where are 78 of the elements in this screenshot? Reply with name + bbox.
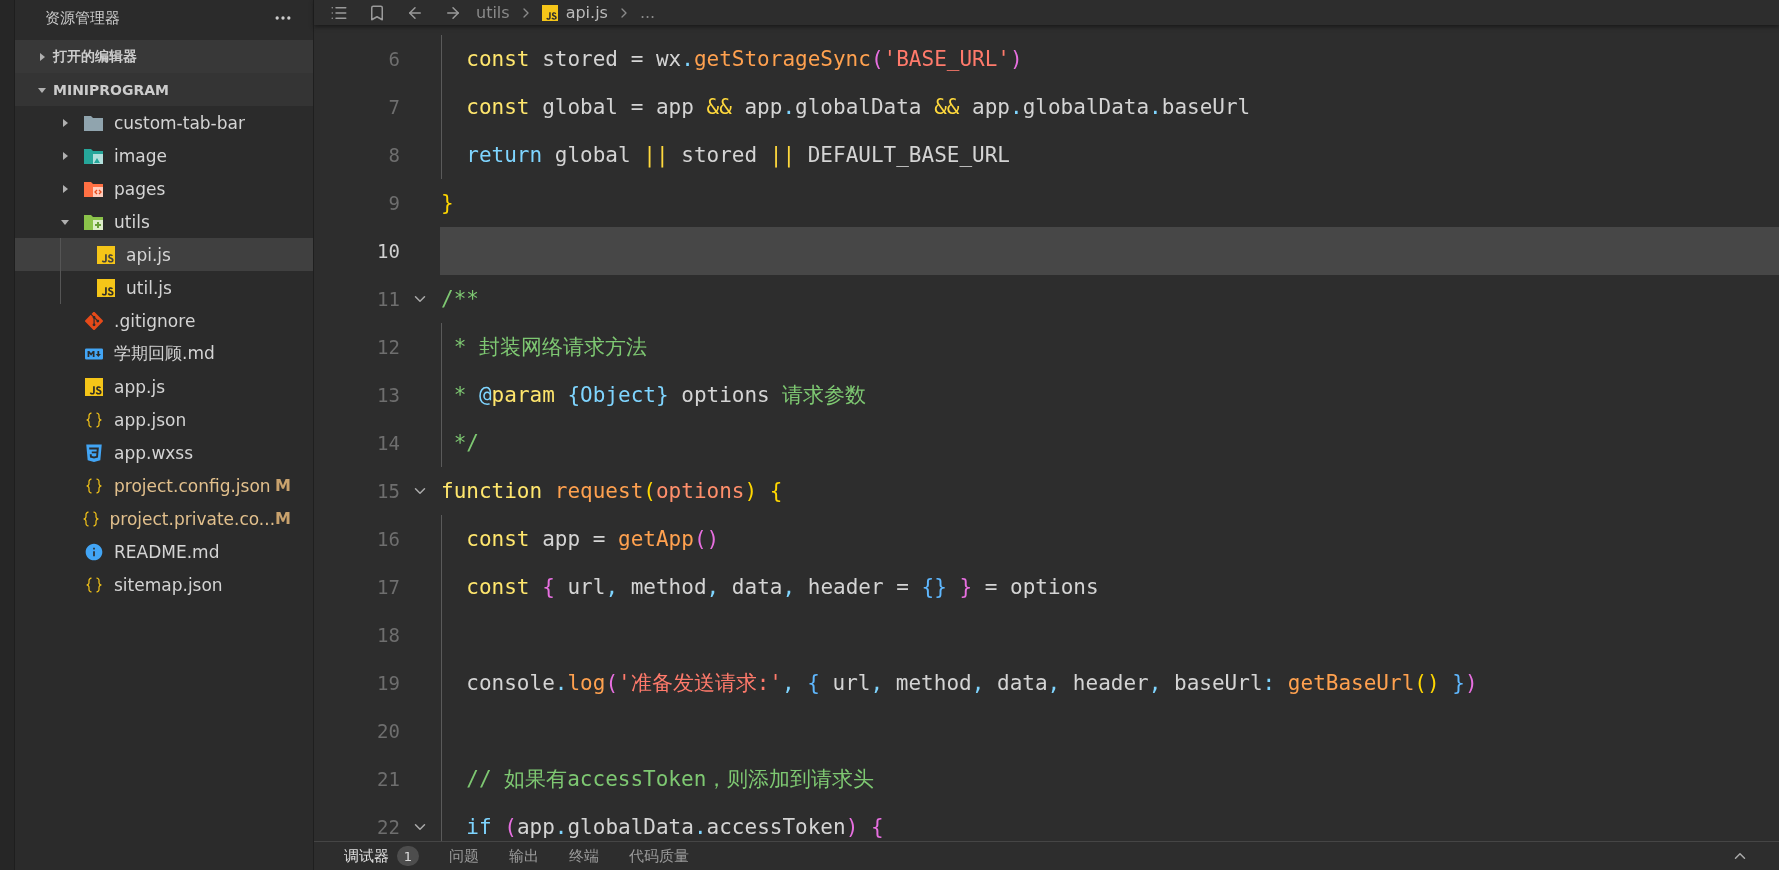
code-folder-icon (83, 179, 105, 198)
css-file-icon (83, 441, 105, 464)
file-tree-item[interactable]: 学期回顾.md (15, 337, 313, 370)
section-header[interactable]: MINIPROGRAM (15, 73, 313, 106)
code-line: * @param {Object} options 请求参数 (452, 382, 867, 409)
line-number: 15 (376, 480, 400, 502)
file-tree-item[interactable]: custom-tab-bar (15, 106, 313, 139)
count-badge: 1 (397, 846, 419, 866)
code-line: if (app.globalData.accessToken) { (465, 815, 884, 839)
file-tree-item[interactable]: project.private.co...M (15, 502, 313, 535)
info-icon (84, 541, 104, 562)
folder-icon (83, 113, 105, 132)
code-line: /** (441, 287, 479, 311)
line-number: 7 (387, 96, 400, 118)
collapsed-arrow-icon[interactable] (60, 117, 70, 128)
js-file-icon (541, 4, 558, 21)
line-number: 16 (376, 528, 400, 550)
line-number: 12 (376, 336, 400, 358)
panel-tab[interactable]: 输出 (509, 846, 539, 866)
collapsed-arrow-icon[interactable] (60, 183, 70, 194)
collapsed-arrow-icon[interactable] (37, 51, 47, 62)
code-line: } (441, 191, 454, 215)
js-file-icon (97, 245, 115, 264)
panel-tab[interactable]: 调试器 1 (344, 846, 419, 866)
code-line: * 封装网络请求方法 (452, 334, 647, 361)
panel-tab[interactable]: 代码质量 (629, 846, 689, 866)
section-title: 打开的编辑器 (53, 47, 137, 66)
line-number: 18 (376, 624, 400, 646)
image-folder-icon (83, 146, 105, 165)
panel-tab[interactable]: 终端 (569, 846, 599, 866)
line-number: 10 (376, 240, 400, 262)
file-tree-item[interactable]: pages (15, 172, 313, 205)
code-line: */ (452, 431, 479, 455)
collapsed-arrow-icon[interactable] (60, 150, 70, 161)
breadcrumb-item[interactable]: utils (476, 3, 510, 22)
line-number: 21 (376, 768, 400, 790)
section-header[interactable]: 打开的编辑器 (15, 40, 313, 73)
line-number: 19 (376, 672, 400, 694)
js-file-icon (85, 377, 103, 396)
file-tree-item[interactable]: sitemap.json (15, 568, 313, 601)
git-icon (85, 311, 103, 330)
code-line: const app = getApp() (465, 527, 720, 551)
file-tree-item[interactable]: README.md (15, 535, 313, 568)
line-number: 11 (376, 288, 400, 310)
breadcrumb-item[interactable]: ... (639, 3, 656, 22)
file-tree-item[interactable]: image (15, 139, 313, 172)
code-line: console.log('准备发送请求:', { url, method, data, header, baseUrl: getBaseUrl() }) (465, 670, 1478, 697)
modified-status: M (275, 509, 291, 528)
line-number: 14 (376, 432, 400, 454)
file-tree-item[interactable]: util.js (15, 271, 313, 304)
line-number: 20 (376, 720, 400, 742)
js-file-icon (97, 278, 115, 297)
line-number: 9 (387, 192, 400, 214)
code-line: const stored = wx.getStorageSync('BASE_URL') (465, 47, 1023, 71)
line-number: 17 (376, 576, 400, 598)
modified-status: M (275, 476, 291, 495)
plus-folder-icon (83, 212, 105, 231)
code-line: const { url, method, data, header = {} } = options (465, 575, 1099, 599)
code-line: function request(options) { (441, 479, 783, 503)
file-tree-item[interactable]: utils (15, 205, 313, 238)
breadcrumb-item[interactable]: api.js (565, 3, 608, 22)
section-title: MINIPROGRAM (53, 81, 170, 98)
line-number: 22 (376, 816, 400, 838)
code-line: // 如果有accessToken，则添加到请求头 (465, 766, 875, 793)
file-tree-item[interactable]: app.js (15, 370, 313, 403)
line-number: 8 (387, 144, 400, 166)
file-tree-item[interactable]: app.wxss (15, 436, 313, 469)
code-line: return global || stored || DEFAULT_BASE_URL (465, 143, 1010, 167)
file-tree-item[interactable]: api.js (15, 238, 313, 271)
bookmark-icon (368, 3, 386, 22)
file-tree-item[interactable]: project.config.json M (15, 469, 313, 502)
code-line: const global = app && app.globalData && app.globalData.baseUrl (465, 95, 1251, 119)
file-tree-item[interactable]: .gitignore (15, 304, 313, 337)
line-number: 6 (387, 48, 400, 70)
file-tree-item[interactable]: app.json (15, 403, 313, 436)
sidebar-title: 资源管理器 (45, 8, 120, 28)
panel-tab[interactable]: 问题 (449, 846, 479, 866)
line-number: 13 (376, 384, 400, 406)
